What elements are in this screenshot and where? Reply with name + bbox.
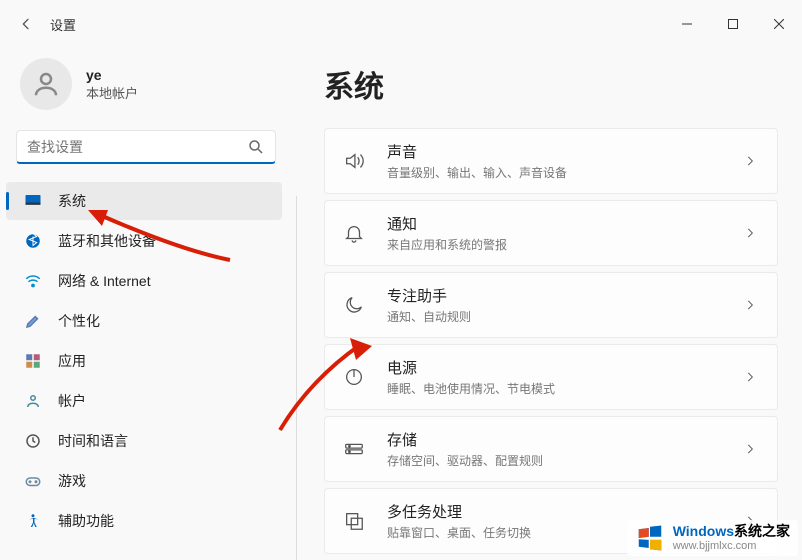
card-title: 声音 xyxy=(387,141,725,162)
page-title: 系统 xyxy=(324,62,778,106)
profile-name: ye xyxy=(86,67,138,83)
power-icon xyxy=(339,362,369,392)
back-button[interactable] xyxy=(8,6,44,42)
storage-icon xyxy=(339,434,369,464)
windows-logo-icon xyxy=(635,523,665,553)
watermark-brand: Windows系统之家 xyxy=(673,524,790,539)
brush-icon xyxy=(24,312,42,330)
card-focus-assist[interactable]: 专注助手通知、自动规则 xyxy=(324,272,778,338)
search-input[interactable] xyxy=(27,139,247,155)
card-title: 通知 xyxy=(387,213,725,234)
sidebar-item-label: 时间和语言 xyxy=(58,431,128,451)
multitask-icon xyxy=(339,506,369,536)
chevron-right-icon xyxy=(743,442,757,456)
card-sound[interactable]: 声音音量级别、输出、输入、声音设备 xyxy=(324,128,778,194)
sidebar-item-accessibility[interactable]: 辅助功能 xyxy=(6,502,282,540)
bell-icon xyxy=(339,218,369,248)
close-button[interactable] xyxy=(756,8,802,40)
window-controls xyxy=(664,8,802,40)
sidebar-item-network[interactable]: 网络 & Internet xyxy=(6,262,282,300)
card-title: 专注助手 xyxy=(387,285,725,306)
card-sub: 睡眠、电池使用情况、节电模式 xyxy=(387,380,725,397)
sidebar-item-label: 网络 & Internet xyxy=(58,271,151,291)
sidebar-item-gaming[interactable]: 游戏 xyxy=(6,462,282,500)
main-content: 系统 声音音量级别、输出、输入、声音设备 通知来自应用和系统的警报 专注助手通知… xyxy=(296,48,802,560)
sidebar-item-label: 蓝牙和其他设备 xyxy=(58,231,156,251)
sidebar-item-label: 游戏 xyxy=(58,471,86,491)
sidebar-item-system[interactable]: 系统 xyxy=(6,182,282,220)
profile-block[interactable]: ye 本地帐户 xyxy=(0,48,292,130)
sidebar-item-accounts[interactable]: 帐户 xyxy=(6,382,282,420)
chevron-right-icon xyxy=(743,226,757,240)
card-title: 多任务处理 xyxy=(387,501,725,522)
bluetooth-icon xyxy=(24,232,42,250)
card-storage[interactable]: 存储存储空间、驱动器、配置规则 xyxy=(324,416,778,482)
sound-icon xyxy=(339,146,369,176)
app-title: 设置 xyxy=(50,15,76,34)
sidebar-item-label: 系统 xyxy=(58,191,86,211)
chevron-right-icon xyxy=(743,298,757,312)
minimize-button[interactable] xyxy=(664,8,710,40)
accessibility-icon xyxy=(24,512,42,530)
sidebar-item-label: 个性化 xyxy=(58,311,100,331)
search-box[interactable] xyxy=(16,130,276,164)
sidebar-item-label: 应用 xyxy=(58,351,86,371)
card-title: 电源 xyxy=(387,357,725,378)
wifi-icon xyxy=(24,272,42,290)
card-sub: 来自应用和系统的警报 xyxy=(387,236,725,253)
sidebar-item-bluetooth[interactable]: 蓝牙和其他设备 xyxy=(6,222,282,260)
card-sub: 音量级别、输出、输入、声音设备 xyxy=(387,164,725,181)
sidebar-item-personalization[interactable]: 个性化 xyxy=(6,302,282,340)
profile-sub: 本地帐户 xyxy=(86,83,138,102)
nav-list: 系统 蓝牙和其他设备 网络 & Internet 个性化 应用 帐户 xyxy=(0,182,292,540)
sidebar-item-apps[interactable]: 应用 xyxy=(6,342,282,380)
search-icon xyxy=(247,138,265,156)
card-title: 存储 xyxy=(387,429,725,450)
sidebar-item-label: 辅助功能 xyxy=(58,511,114,531)
clock-icon xyxy=(24,432,42,450)
accounts-icon xyxy=(24,392,42,410)
divider xyxy=(296,196,297,560)
apps-icon xyxy=(24,352,42,370)
system-icon xyxy=(24,192,42,210)
maximize-button[interactable] xyxy=(710,8,756,40)
chevron-right-icon xyxy=(743,370,757,384)
gaming-icon xyxy=(24,472,42,490)
sidebar-item-label: 帐户 xyxy=(58,391,86,411)
watermark-url: www.bjjmlxc.com xyxy=(673,540,790,552)
watermark: Windows系统之家 www.bjjmlxc.com xyxy=(627,520,798,556)
card-notifications[interactable]: 通知来自应用和系统的警报 xyxy=(324,200,778,266)
avatar-icon xyxy=(20,58,72,110)
moon-icon xyxy=(339,290,369,320)
sidebar: ye 本地帐户 系统 蓝牙和其他设备 网络 & Int xyxy=(0,48,296,560)
card-sub: 通知、自动规则 xyxy=(387,308,725,325)
titlebar: 设置 xyxy=(0,0,802,48)
card-power[interactable]: 电源睡眠、电池使用情况、节电模式 xyxy=(324,344,778,410)
sidebar-item-time-language[interactable]: 时间和语言 xyxy=(6,422,282,460)
card-sub: 存储空间、驱动器、配置规则 xyxy=(387,452,725,469)
chevron-right-icon xyxy=(743,154,757,168)
